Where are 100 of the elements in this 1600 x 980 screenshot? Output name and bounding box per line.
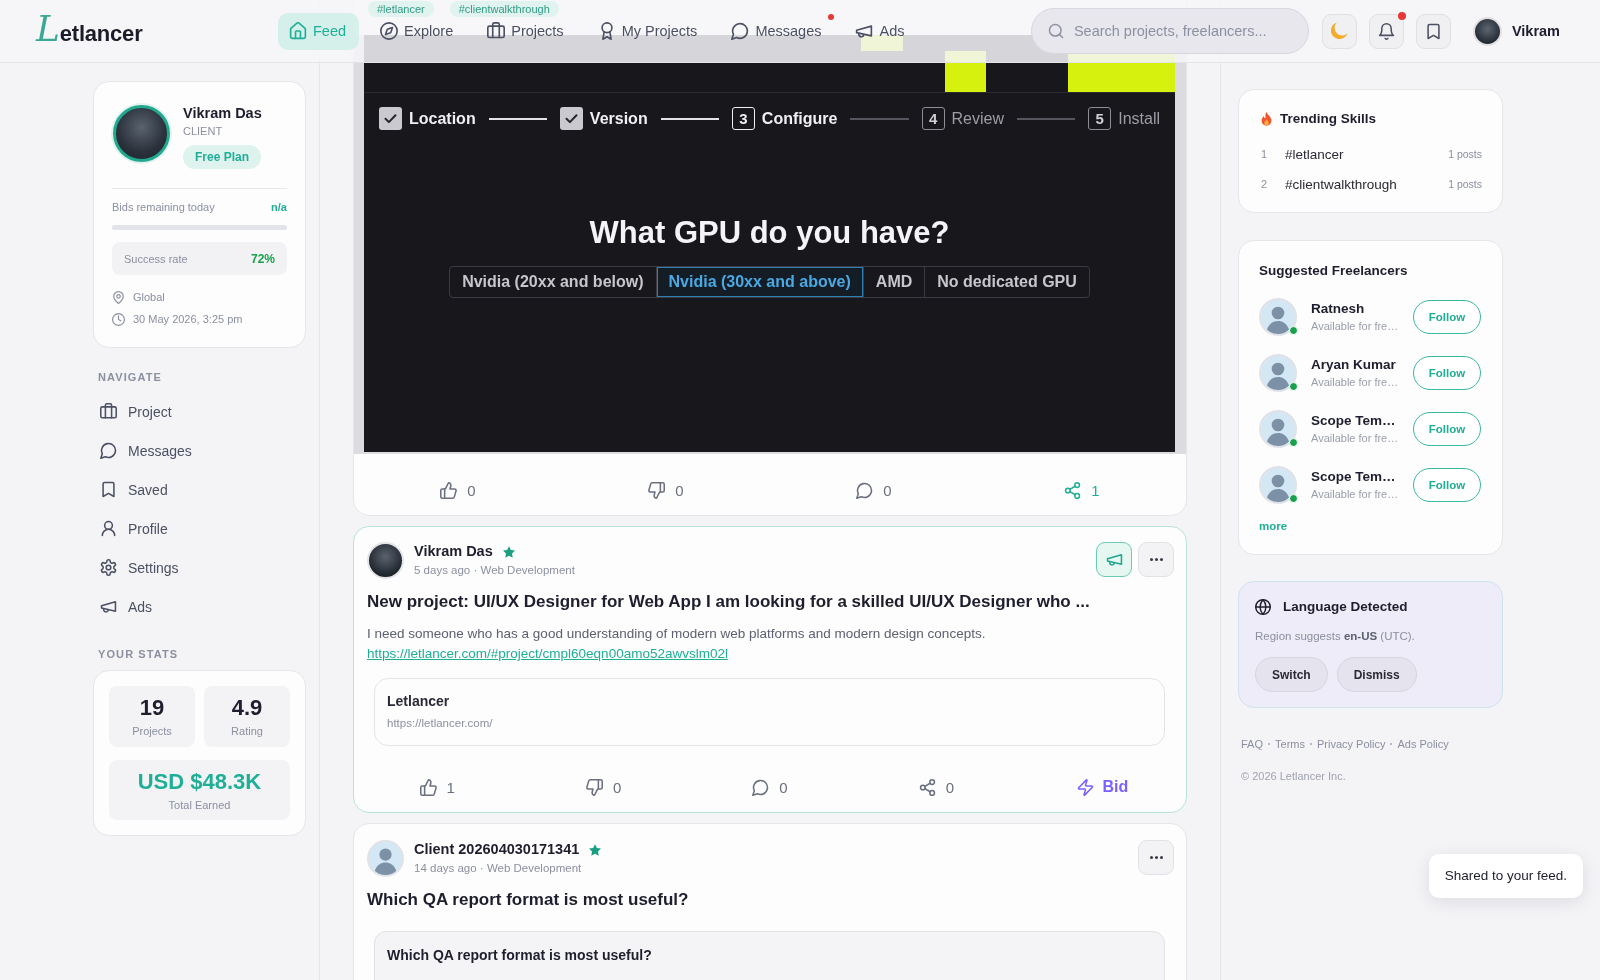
post-meta: 5 days ago · Web Development	[414, 563, 575, 578]
avatar-silhouette-icon	[1259, 410, 1297, 448]
nav-tab[interactable]: Ads	[844, 18, 918, 44]
freelancer-status: Available for fre…	[1311, 487, 1399, 502]
thumbs-down-icon	[648, 481, 666, 499]
dismiss-button[interactable]: Dismiss	[1336, 657, 1417, 692]
bids-label: Bids remaining today	[112, 200, 215, 215]
user-menu-button[interactable]: Vikram	[1472, 16, 1560, 46]
sidebar-link[interactable]: Saved	[93, 470, 306, 509]
preview-title: Letlancer	[387, 693, 451, 710]
speech-bubble-icon	[752, 778, 770, 796]
freelancer-status: Available for fre…	[1311, 431, 1399, 446]
bids-value: n/a	[271, 200, 287, 215]
section-heading: NAVIGATE	[97, 370, 163, 384]
notifications-button[interactable]	[1368, 13, 1404, 49]
more-options-button[interactable]	[1138, 840, 1174, 875]
step-connector	[1017, 117, 1076, 120]
nav-tab[interactable]: Projects	[476, 18, 577, 44]
home-icon	[289, 22, 307, 40]
like-button[interactable]: 1	[413, 774, 461, 800]
gpu-option[interactable]: No dedicated GPU	[924, 267, 1089, 297]
nav-tab[interactable]: Explore	[369, 18, 467, 44]
freelancer-status: Available for fre…	[1311, 375, 1399, 390]
avatar-placeholder	[1472, 16, 1502, 46]
share-button[interactable]: 0	[912, 774, 961, 800]
freelancer-name[interactable]: Scope Tem…	[1311, 412, 1399, 429]
stat-value: 19	[139, 695, 165, 721]
step-label: Install	[1118, 109, 1160, 129]
dislike-button[interactable]: 0	[642, 477, 690, 503]
freelancer-name[interactable]: Scope Tem…	[1311, 468, 1399, 485]
search-field[interactable]: Search projects, freelancers...	[1030, 8, 1309, 54]
freelancer-name[interactable]: Ratnesh	[1311, 300, 1399, 317]
trending-tag[interactable]: #letlancer	[1285, 146, 1344, 162]
sidebar-link[interactable]: Project	[93, 392, 306, 431]
dislike-button[interactable]: 0	[579, 774, 628, 800]
trend-rank: 2	[1261, 178, 1269, 190]
profile-role: CLIENT	[183, 124, 224, 139]
preview-url: https://letlancer.com/	[387, 716, 494, 731]
section-heading: YOUR STATS	[97, 647, 180, 661]
location-pin-icon	[112, 290, 125, 304]
gpu-option[interactable]: Nvidia (30xx and above)	[655, 267, 863, 297]
like-button[interactable]: 0	[434, 477, 482, 503]
gpu-option[interactable]: Nvidia (20xx and below)	[450, 267, 656, 297]
stat-value: 4.9	[231, 695, 263, 721]
trending-tag[interactable]: #clientwalkthrough	[1285, 176, 1397, 192]
comment-button[interactable]: 0	[746, 774, 794, 800]
author-name[interactable]: Vikram Das	[414, 543, 493, 560]
trend-rank: 1	[1261, 148, 1269, 160]
earnings-label: Total Earned	[168, 797, 231, 812]
megaphone-icon	[100, 598, 117, 615]
search-icon	[1047, 23, 1064, 39]
step-connector	[850, 117, 909, 120]
author-name[interactable]: Client 202604030171341	[414, 841, 580, 858]
saved-button[interactable]	[1415, 13, 1451, 49]
copyright-text: © 2026 Letlancer Inc.	[1240, 769, 1347, 783]
avatar-placeholder	[367, 542, 404, 579]
card-title: Language Detected	[1283, 598, 1408, 616]
bid-button[interactable]: Bid	[1071, 774, 1135, 800]
logo[interactable]: Letlancer	[36, 10, 278, 52]
bookmark-icon	[100, 481, 117, 498]
share-icon	[918, 778, 936, 796]
post-meta: 14 days ago · Web Development	[414, 861, 583, 876]
toast-notification: Shared to your feed.	[1428, 854, 1583, 898]
step-checkbox-icon	[379, 107, 402, 130]
more-options-button[interactable]	[1138, 542, 1174, 577]
success-rate-label: Success rate	[124, 252, 188, 265]
sidebar-link[interactable]: Ads	[93, 587, 306, 626]
freelancer-name[interactable]: Aryan Kumar	[1311, 356, 1399, 373]
megaphone-icon	[855, 22, 874, 40]
earnings-value: USD $48.3K	[137, 768, 262, 795]
gpu-option[interactable]: AMD	[862, 267, 925, 297]
profile-name: Vikram Das	[183, 104, 262, 122]
briefcase-icon	[100, 403, 117, 420]
card-title: Trending Skills	[1280, 110, 1377, 128]
megaphone-icon	[1105, 551, 1123, 568]
post-title: Which QA report format is most useful?	[367, 889, 690, 911]
theme-toggle-button[interactable]	[1321, 13, 1357, 49]
poll-question: Which QA report format is most useful?	[387, 946, 653, 964]
sidebar-link[interactable]: Settings	[93, 548, 306, 587]
step-checkbox-icon	[559, 107, 583, 130]
step-label: Review	[951, 109, 1004, 129]
trend-count: 1 posts	[1448, 148, 1482, 160]
stat-label: Projects	[132, 724, 172, 738]
link-preview-card[interactable]: Letlancer https://letlancer.com/	[374, 678, 1165, 746]
promote-button[interactable]	[1096, 542, 1132, 577]
comment-button[interactable]: 0	[850, 477, 898, 503]
share-icon	[1064, 481, 1082, 499]
lightning-icon	[1077, 778, 1095, 796]
success-rate-value: 72%	[250, 251, 275, 266]
user-icon	[100, 520, 117, 537]
thumbs-up-icon	[419, 778, 437, 796]
nav-tab[interactable]: Messages	[720, 18, 835, 44]
nav-tab[interactable]: My Projects	[586, 18, 711, 44]
switch-button[interactable]: Switch	[1255, 657, 1328, 692]
avatar-silhouette-icon	[1259, 354, 1297, 392]
post-body: I need someone who has a good understanding of modern web platforms and modern design concepts.	[367, 625, 987, 643]
sidebar-link[interactable]: Messages	[93, 431, 306, 470]
settings-icon	[100, 559, 117, 576]
clock-icon	[112, 312, 125, 326]
sidebar-link[interactable]: Profile	[93, 509, 306, 548]
